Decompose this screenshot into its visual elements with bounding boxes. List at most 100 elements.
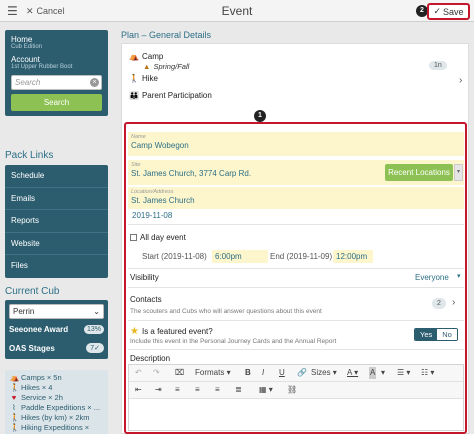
search-wrapper: × xyxy=(11,75,102,90)
italic-button[interactable]: I xyxy=(262,367,264,379)
camp-icon: ⛺ xyxy=(129,52,139,61)
start-label: Start (2019-11-08) xyxy=(142,252,207,261)
sizes-dropdown[interactable]: Sizes ▾ xyxy=(311,367,337,379)
event-type-row[interactable]: ⛺ Camp ▲ Spring/Fall 🚶 Hike 👪 Parent Par… xyxy=(129,51,465,109)
featured-label: Is a featured event? xyxy=(141,327,213,336)
sidebar-item-account[interactable]: Account xyxy=(11,55,102,64)
list-item: ♥ Service × 2h xyxy=(11,393,63,402)
align-center-icon[interactable]: ≡ xyxy=(195,384,200,396)
account-subtitle: 1st Upper Rubber Boot xyxy=(11,64,73,70)
sidebar-nav: Home Cub Edition Account 1st Upper Rubbe… xyxy=(5,30,108,116)
recent-locations-button[interactable]: Recent Locations xyxy=(385,164,453,181)
chevron-right-icon[interactable]: › xyxy=(452,297,455,308)
sidebar-item-home[interactable]: Home xyxy=(11,35,102,44)
star-icon: ★ xyxy=(130,326,139,337)
start-time-input[interactable]: 6:00pm xyxy=(212,250,268,263)
clear-format-icon[interactable]: ⌧ xyxy=(175,367,184,379)
sidebar-item-reports[interactable]: Reports xyxy=(5,210,108,233)
end-time-input[interactable]: 12:00pm xyxy=(333,250,373,263)
oas-check-badge: 7✓ xyxy=(86,343,104,353)
underline-icon[interactable]: U xyxy=(279,367,285,379)
align-justify-icon[interactable]: ≣ xyxy=(235,384,242,396)
callout-badge-1: 1 xyxy=(254,110,266,122)
event-type-camp-sub: ▲ Spring/Fall xyxy=(143,62,190,71)
end-label: End (2019-11-09) xyxy=(270,252,333,261)
main-content: Plan – General Details ⛺ Camp ▲ Spring/F… xyxy=(117,26,469,434)
pack-links-heading: Pack Links xyxy=(5,150,54,161)
save-button[interactable]: ✓ Save xyxy=(427,3,470,20)
location-field-value: St. James Church xyxy=(131,196,195,205)
site-field[interactable]: Site St. James Church, 3774 Carp Rd. Rec… xyxy=(128,160,464,185)
contacts-count-badge: 2 xyxy=(432,298,446,309)
time-row: Start (2019-11-08) 6:00pm End (2019-11-0… xyxy=(142,250,462,263)
chain-link-icon[interactable]: ⛓ xyxy=(287,384,297,396)
outdent-icon[interactable]: ⇤ xyxy=(135,384,142,396)
undo-icon[interactable]: ↶ xyxy=(135,367,142,379)
chevron-right-icon[interactable]: › xyxy=(459,75,462,86)
event-type-camp: ⛺ Camp xyxy=(129,52,164,61)
hike-icon: 🚶 xyxy=(10,383,20,392)
page-title: Event xyxy=(221,4,253,18)
search-button[interactable]: Search xyxy=(11,94,102,111)
list-item: 🚶 Hiking Expeditions × xyxy=(10,423,90,432)
yes-button[interactable]: Yes xyxy=(415,329,438,340)
event-type-hike: 🚶 Hike xyxy=(129,74,158,83)
description-editor[interactable]: ↶ ↷ ⌧ Formats ▾ B I U 🔗 Sizes ▾ A ▾ A ▾ … xyxy=(128,364,464,431)
link-icon[interactable]: 🔗 xyxy=(297,367,307,379)
bullet-list-icon[interactable]: ☰ ▾ xyxy=(397,367,410,379)
location-field[interactable]: Location/Address St. James Church xyxy=(128,187,464,209)
event-date[interactable]: 2019-11-08 xyxy=(132,211,172,220)
list-item: ⌇ Paddle Expeditions × ... xyxy=(10,403,103,413)
checkmark-icon: ✓ xyxy=(433,6,442,16)
chevron-down-icon[interactable]: ▾ xyxy=(381,367,385,379)
search-input[interactable] xyxy=(11,75,102,90)
visibility-value[interactable]: Everyone xyxy=(415,273,449,282)
align-right-icon[interactable]: ≡ xyxy=(215,384,220,396)
event-type-parent: 👪 Parent Participation xyxy=(129,91,212,100)
sidebar-item-emails[interactable]: Emails xyxy=(5,188,108,210)
heart-icon: ♥ xyxy=(11,393,17,402)
sidebar-item-files[interactable]: Files xyxy=(5,255,108,278)
sidebar-item-schedule[interactable]: Schedule xyxy=(5,165,108,188)
indent-icon[interactable]: ⇥ xyxy=(155,384,162,396)
cub-select[interactable]: Perrin ⌄ xyxy=(9,304,104,319)
list-item: 🚶 Hikes (by km) × 2km xyxy=(10,413,90,422)
oas-stages-row[interactable]: OAS Stages 7✓ xyxy=(9,343,104,353)
oas-label: OAS Stages xyxy=(9,343,55,353)
chevron-down-icon[interactable]: ▾ xyxy=(454,164,463,181)
contacts-description: The scouters and Cubs who will answer qu… xyxy=(130,308,322,315)
divider xyxy=(128,224,464,225)
seeonee-percent-badge: 13% xyxy=(83,325,104,334)
contacts-label[interactable]: Contacts xyxy=(130,295,162,304)
no-button[interactable]: No xyxy=(437,329,457,340)
bold-button[interactable]: B xyxy=(245,367,251,379)
font-color-icon[interactable]: A ▾ xyxy=(347,367,358,379)
paddle-icon: ⌇ xyxy=(12,403,16,412)
divider xyxy=(128,268,464,269)
editor-toolbar-row-1: ↶ ↷ ⌧ Formats ▾ B I U 🔗 Sizes ▾ A ▾ A ▾ … xyxy=(129,365,463,382)
clear-icon[interactable]: × xyxy=(90,78,99,87)
hike-icon: 🚶 xyxy=(10,413,20,422)
redo-icon[interactable]: ↷ xyxy=(153,367,160,379)
all-day-checkbox[interactable] xyxy=(130,234,137,241)
list-item: ⛺ Camps × 5n xyxy=(10,373,62,382)
featured-toggle: Yes No xyxy=(414,328,458,341)
all-day-row[interactable]: All day event xyxy=(130,233,186,242)
table-icon[interactable]: ▦ ▾ xyxy=(259,384,273,396)
align-left-icon[interactable]: ≡ xyxy=(175,384,180,396)
camp-icon: ⛺ xyxy=(10,373,20,382)
name-field-label: Name xyxy=(131,134,146,140)
formats-dropdown[interactable]: Formats ▾ xyxy=(195,367,231,379)
chevron-down-icon[interactable]: ▾ xyxy=(457,272,461,280)
featured-description: Include this event in the Personal Journ… xyxy=(130,338,337,345)
sidebar: Home Cub Edition Account 1st Upper Rubbe… xyxy=(5,30,108,116)
home-subtitle: Cub Edition xyxy=(11,44,43,50)
highlight-color-icon[interactable]: A xyxy=(369,367,377,379)
numbered-list-icon[interactable]: ☷ ▾ xyxy=(421,367,434,379)
list-item: 🚶 Hikes × 4 xyxy=(10,383,53,392)
name-field[interactable]: Name Camp Wobegon xyxy=(128,132,464,156)
seeonee-award-row[interactable]: Seeonee Award 13% xyxy=(9,325,104,334)
oas-stage-list: ⛺ Camps × 5n 🚶 Hikes × 4 ♥ Service × 2h ⌇ Pa… xyxy=(5,370,108,434)
sidebar-item-website[interactable]: Website xyxy=(5,233,108,255)
tent-icon: ▲ xyxy=(143,62,151,71)
